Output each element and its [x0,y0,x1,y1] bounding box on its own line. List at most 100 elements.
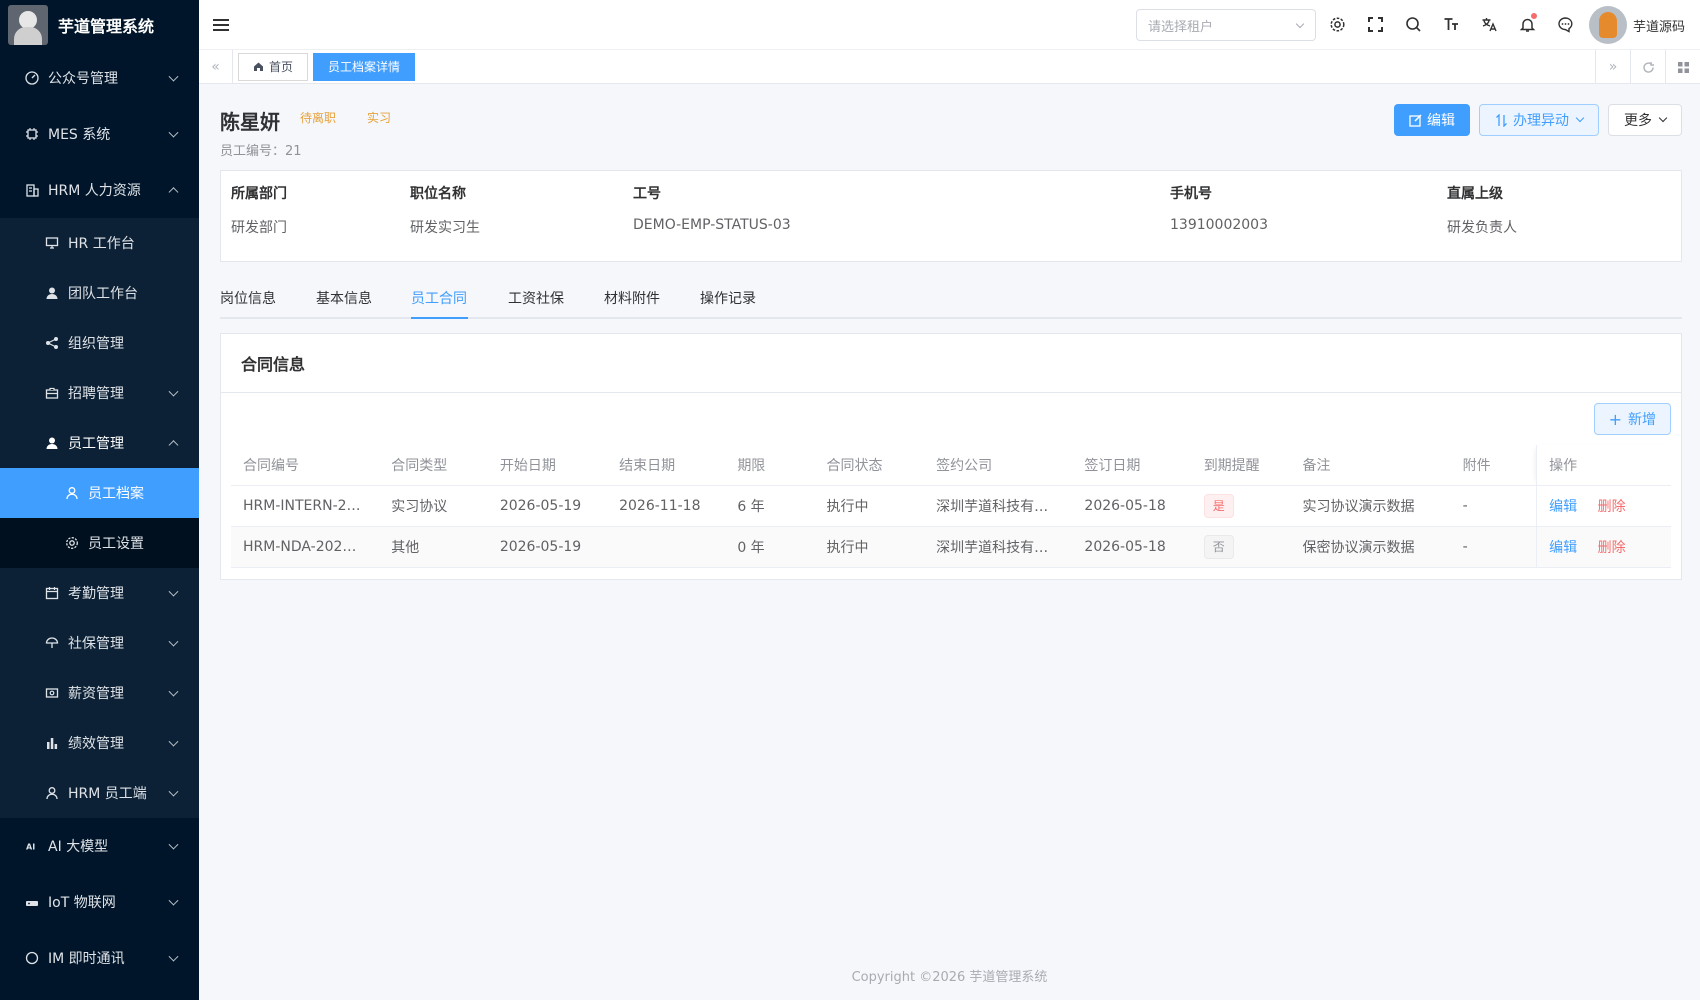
info-value-dept: 研发部门 [231,220,287,236]
add-contract-button[interactable]: + 新增 [1593,403,1671,435]
user-menu[interactable]: 芋道源码 [1589,6,1685,44]
sidebar-item-performance[interactable]: 绩效管理 [0,718,199,768]
sidebar-item-employee-mgmt[interactable]: 员工管理 [0,418,199,468]
grid-menu-icon[interactable] [1665,50,1700,84]
row-delete-link[interactable]: 删除 [1598,540,1626,556]
scroll-right-icon[interactable]: » [1595,50,1630,84]
change-button[interactable]: 办理异动 [1479,104,1599,136]
cell-end-date [607,526,726,568]
chevron-down-icon [168,786,179,797]
chevron-down-icon [168,951,179,962]
building-icon [24,182,40,198]
info-label-position: 职位名称 [410,186,466,202]
money-icon [44,685,60,701]
cell-remind: 否 [1191,526,1291,568]
menu-item-im[interactable]: IM 即时通讯 [0,930,199,986]
calendar-icon [44,585,60,601]
cell-company: 深圳芋道科技有… [924,485,1073,527]
sidebar-item-hr-workbench[interactable]: HR 工作台 [0,218,199,268]
chevron-down-icon [168,736,179,747]
tab-employee-contract[interactable]: 员工合同 [411,288,467,308]
add-button-label: 新增 [1628,412,1656,428]
sidebar: 芋道管理系统 公众号管理 MES 系统 HRM 人力资源 HR 工作台 团队工作… [0,0,199,1000]
tag-home[interactable]: 首页 [238,52,309,81]
row-delete-link[interactable]: 删除 [1598,499,1626,515]
menu-item-mes[interactable]: MES 系统 [0,106,199,162]
col-header: 附件 [1450,445,1537,486]
hrm-submenu: HR 工作台 团队工作台 组织管理 招聘管理 员工管理 员工档案 员工设置 考勤… [0,218,199,818]
sidebar-item-employee-archive[interactable]: 员工档案 [0,468,199,518]
sidebar-item-recruit[interactable]: 招聘管理 [0,368,199,418]
sidebar-item-org[interactable]: 组织管理 [0,318,199,368]
cell-start-date: 2026-05-19 [487,485,608,527]
menu-item-label: HRM 人力资源 [48,183,141,199]
scroll-left-icon[interactable]: « [199,49,233,84]
edit-button-label: 编辑 [1427,113,1455,129]
tab-salary-social[interactable]: 工资社保 [508,288,564,308]
sidebar-item-team-workbench[interactable]: 团队工作台 [0,268,199,318]
menu-item-iot[interactable]: IoT 物联网 [0,874,199,930]
menu-item-label: IM 即时通讯 [48,951,125,967]
cell-contract-type: 其他 [379,526,488,568]
sub2-item-label: 员工档案 [88,486,144,502]
tab-position-info[interactable]: 岗位信息 [220,288,276,308]
cell-remark: 保密协议演示数据 [1290,526,1451,568]
menu-item-ai[interactable]: AI AI 大模型 [0,818,199,874]
tab-active-indicator [411,317,468,319]
message-icon[interactable] [1553,12,1577,36]
refresh-icon[interactable] [1630,50,1665,84]
chevron-up-icon [168,187,179,198]
sidebar-item-salary[interactable]: 薪资管理 [0,668,199,718]
row-edit-link[interactable]: 编辑 [1549,540,1577,556]
sub-item-label: 组织管理 [68,336,124,352]
header-actions: 编辑 办理异动 更多 [1394,104,1682,136]
edit-button[interactable]: 编辑 [1394,104,1470,136]
tab-attachments[interactable]: 材料附件 [604,288,660,308]
more-button[interactable]: 更多 [1608,104,1682,136]
info-label-phone: 手机号 [1170,186,1212,202]
notification-dot [1531,13,1537,19]
employee-info-card: 所属部门 研发部门 职位名称 研发实习生 工号 DEMO-EMP-STATUS-… [220,170,1682,262]
sidebar-item-social[interactable]: 社保管理 [0,618,199,668]
table-row: HRM-NDA-202… 其他 2026-05-19 0 年 执行中 深圳芋道科… [231,526,1671,568]
edit-icon [1409,113,1422,127]
search-icon[interactable] [1401,12,1425,36]
dashboard-icon [24,70,40,86]
employee-number: 员工编号：21 [220,140,302,159]
bar-chart-icon [44,735,60,751]
sub-item-label: 社保管理 [68,636,124,652]
menu-item-hrm[interactable]: HRM 人力资源 [0,162,199,218]
tenant-select[interactable]: 请选择租户 [1136,9,1316,41]
tab-basic-info[interactable]: 基本信息 [316,288,372,308]
tag-home-label: 首页 [269,60,294,74]
bell-icon[interactable] [1515,12,1539,36]
cell-attachment: - [1450,526,1537,568]
sidebar-item-attendance[interactable]: 考勤管理 [0,568,199,618]
settings-icon[interactable] [1325,12,1349,36]
translate-icon[interactable] [1477,12,1501,36]
fullscreen-icon[interactable] [1363,12,1387,36]
tenant-placeholder: 请选择租户 [1148,19,1214,35]
router-icon [24,894,40,910]
contract-card: 合同信息 + 新增 合同编号 合同类型 开始日期 结束日期 期限 合同状态 签约… [220,333,1682,580]
col-header: 签约公司 [924,445,1073,486]
col-header: 合同编号 [231,445,380,486]
hamburger-icon[interactable] [213,17,229,33]
svg-text:AI: AI [26,843,35,852]
sidebar-item-hrm-employee-end[interactable]: HRM 员工端 [0,768,199,818]
cell-start-date: 2026-05-19 [487,526,608,568]
sidebar-item-employee-settings[interactable]: 员工设置 [0,518,199,568]
logo-row[interactable]: 芋道管理系统 [0,0,199,50]
tab-operation-log[interactable]: 操作记录 [700,288,756,308]
cell-contract-type: 实习协议 [379,485,488,527]
share-icon [44,335,60,351]
col-header: 合同状态 [814,445,925,486]
status-badge: 实习 [367,111,392,125]
col-header: 备注 [1290,445,1451,486]
menu-item-mp[interactable]: 公众号管理 [0,50,199,106]
font-size-icon[interactable] [1439,12,1463,36]
row-edit-link[interactable]: 编辑 [1549,499,1577,515]
cell-contract-no: HRM-INTERN-2… [231,485,380,527]
cell-remind: 是 [1191,485,1291,527]
tag-employee-detail[interactable]: 员工档案详情 [313,52,416,81]
